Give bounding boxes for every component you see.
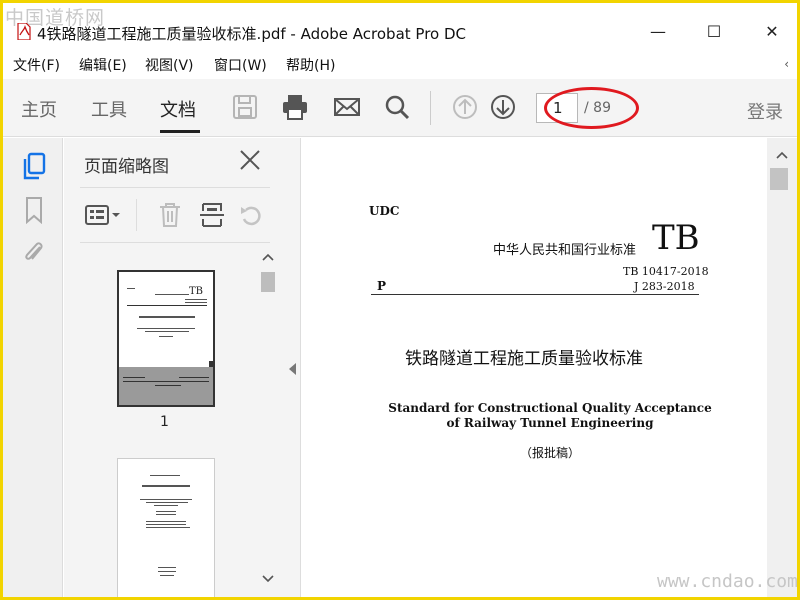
- close-icon[interactable]: [238, 148, 262, 172]
- highlight-ellipse: [544, 87, 639, 129]
- window-title: 4铁路隧道工程施工质量验收标准.pdf - Adobe Acrobat Pro …: [37, 25, 467, 43]
- panel-toolbar: [80, 195, 270, 235]
- bookmark-icon[interactable]: [21, 196, 47, 224]
- thumb-text-line: [137, 328, 195, 329]
- pdf-file-icon: [17, 23, 31, 40]
- save-icon[interactable]: [231, 93, 259, 121]
- tab-document[interactable]: 文档: [160, 96, 196, 122]
- panel-title: 页面缩略图: [84, 157, 169, 177]
- thumb-text-line: [154, 505, 178, 506]
- active-tab-indicator: [160, 130, 200, 133]
- thumb-text-line: [140, 499, 192, 500]
- tab-home[interactable]: 主页: [21, 96, 57, 122]
- thumb-text-line: [160, 575, 174, 576]
- doc-rule: [371, 294, 699, 295]
- attachment-icon[interactable]: [21, 239, 47, 267]
- scroll-thumb[interactable]: [261, 272, 275, 292]
- minimize-button[interactable]: —: [643, 21, 673, 43]
- chevron-down-icon[interactable]: [262, 574, 274, 584]
- divider: [80, 242, 270, 243]
- thumb-text-line: [159, 336, 173, 337]
- thumb-text-line: [156, 511, 176, 512]
- page-thumbnails-icon[interactable]: [21, 152, 47, 180]
- page-thumbnail-1[interactable]: TB: [117, 270, 215, 407]
- doc-standard-type: 中华人民共和国行业标准: [493, 243, 637, 258]
- thumbnail-scrollbar[interactable]: [259, 248, 277, 597]
- thumb-rule: [127, 305, 207, 306]
- thumb-tb-mark: TB: [189, 286, 204, 297]
- doc-p: P: [377, 279, 387, 293]
- thumb-text-line: [146, 527, 190, 528]
- doc-draft-note: （报批稿）: [519, 446, 580, 460]
- print-icon[interactable]: [281, 93, 309, 121]
- thumb-text-line: [150, 475, 180, 476]
- doc-standard-number: TB 10417-2018: [623, 265, 709, 278]
- page-down-icon[interactable]: [489, 93, 517, 121]
- collapse-arrow-icon[interactable]: [289, 363, 296, 375]
- toolbar-separator: [430, 91, 431, 125]
- rotate-icon[interactable]: [238, 201, 266, 229]
- menu-view[interactable]: 视图(V): [145, 55, 194, 75]
- thumb-text-line: [123, 377, 145, 378]
- thumb-text-line: [127, 288, 135, 289]
- mail-icon[interactable]: [333, 93, 361, 121]
- watermark-bottom: www.cndao.com: [657, 571, 797, 592]
- doc-title-en-2: of Railway Tunnel Engineering: [446, 416, 654, 430]
- thumb-text-line: [146, 524, 186, 525]
- delete-icon[interactable]: [156, 201, 184, 229]
- thumb-text-line: [155, 294, 189, 295]
- login-button[interactable]: 登录: [747, 98, 783, 124]
- menu-window[interactable]: 窗口(W): [214, 55, 267, 75]
- thumb-text-line: [185, 299, 207, 300]
- title-bar: 中国道桥网 4铁路隧道工程施工质量验收标准.pdf - Adobe Acroba…: [3, 3, 797, 43]
- thumb-text-line: [158, 567, 176, 568]
- chevron-up-icon[interactable]: [262, 252, 274, 262]
- thumb-text-line: [139, 316, 195, 318]
- chevron-up-icon[interactable]: [776, 150, 788, 160]
- extract-icon[interactable]: [198, 201, 226, 229]
- options-icon[interactable]: [84, 201, 124, 229]
- thumb-text-line: [156, 514, 176, 515]
- thumb-text-line: [145, 331, 189, 332]
- thumb-text-line: [146, 502, 188, 503]
- thumb-resize-handle[interactable]: [209, 361, 215, 367]
- doc-udc: UDC: [369, 204, 400, 218]
- doc-title-en-1: Standard for Constructional Quality Acce…: [388, 401, 712, 415]
- menu-edit[interactable]: 编辑(E): [79, 55, 127, 75]
- doc-tb-mark: TB: [652, 218, 700, 258]
- app-window: 中国道桥网 4铁路隧道工程施工质量验收标准.pdf - Adobe Acroba…: [3, 3, 797, 597]
- thumb-text-line: [146, 521, 186, 522]
- thumbnail-page-number: 1: [160, 414, 169, 430]
- divider: [80, 187, 270, 188]
- menu-bar: 文件(F) 编辑(E) 视图(V) 窗口(W) 帮助(H): [3, 51, 797, 75]
- thumb-gray-band: [119, 367, 213, 405]
- thumb-text-line: [185, 302, 207, 303]
- tool-separator: [136, 199, 137, 231]
- left-nav-rail: [3, 138, 63, 597]
- thumb-text-line: [158, 571, 176, 572]
- tab-tools[interactable]: 工具: [91, 96, 127, 122]
- thumb-text-line: [155, 385, 181, 386]
- maximize-button[interactable]: ☐: [699, 21, 729, 43]
- close-button[interactable]: ✕: [757, 21, 787, 43]
- document-view[interactable]: UDC 中华人民共和国行业标准 TB TB 10417-2018 P J 283…: [301, 138, 767, 597]
- thumb-text-line: [142, 485, 190, 487]
- menu-file[interactable]: 文件(F): [13, 55, 60, 75]
- page-up-icon[interactable]: [451, 93, 479, 121]
- thumbnails-panel: 页面缩略图 TB 1: [64, 138, 284, 597]
- menu-help[interactable]: 帮助(H): [286, 55, 335, 75]
- toolbar: 主页 工具 文档 1 / 89 登录: [3, 79, 797, 137]
- thumb-text-line: [123, 381, 209, 382]
- chevron-left-icon[interactable]: ‹: [784, 57, 789, 71]
- page-thumbnail-2[interactable]: [117, 458, 215, 597]
- thumb-text-line: [179, 377, 209, 378]
- panel-collapse-strip[interactable]: [284, 138, 301, 597]
- search-icon[interactable]: [383, 93, 411, 121]
- document-scrollbar[interactable]: [767, 138, 797, 597]
- scroll-thumb[interactable]: [770, 168, 788, 190]
- doc-title-cn: 铁路隧道工程施工质量验收标准: [405, 349, 643, 369]
- doc-standard-number-2: J 283-2018: [634, 280, 695, 293]
